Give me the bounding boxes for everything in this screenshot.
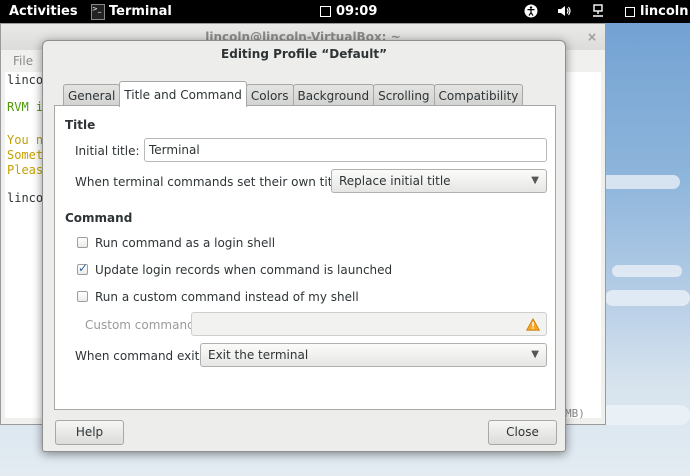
- tab-scrolling[interactable]: Scrolling: [373, 84, 435, 106]
- tab-panel: Title Initial title: Terminal When termi…: [54, 105, 556, 410]
- terminal-line: You n: [7, 133, 44, 147]
- help-button[interactable]: Help: [55, 420, 124, 445]
- terminal-line: linco: [7, 73, 44, 87]
- dynamic-title-dropdown[interactable]: Replace initial title ▼: [331, 169, 547, 193]
- activities-button[interactable]: Activities: [9, 0, 78, 23]
- menu-file[interactable]: File: [13, 54, 33, 68]
- custom-command-toggle-label[interactable]: Run a custom command instead of my shell: [95, 290, 359, 304]
- command-section-heading: Command: [65, 211, 133, 225]
- checkmark-icon: ✓: [78, 261, 89, 275]
- terminal-line: linco: [7, 191, 44, 205]
- title-section-heading: Title: [65, 118, 96, 132]
- desktop-cloud: [600, 175, 680, 189]
- desktop-cloud: [605, 290, 690, 306]
- terminal-line: Pleas: [7, 163, 44, 177]
- initial-title-input[interactable]: Terminal: [144, 138, 547, 162]
- user-name: lincoln: [640, 4, 689, 19]
- app-menu[interactable]: >_ Terminal: [91, 0, 172, 23]
- login-shell-checkbox[interactable]: [77, 237, 88, 248]
- exit-action-dropdown[interactable]: Exit the terminal ▼: [200, 343, 547, 367]
- tab-compatibility[interactable]: Compatibility: [433, 84, 524, 106]
- desktop-cloud: [612, 265, 682, 277]
- user-menu[interactable]: lincoln: [625, 0, 689, 23]
- terminal-line: RVM i: [7, 100, 44, 114]
- tab-bar: General Title and Command Colors Backgro…: [63, 81, 524, 107]
- chevron-down-icon: ▼: [531, 175, 539, 186]
- close-icon[interactable]: ×: [587, 24, 597, 50]
- exit-action-label: When command exits:: [75, 349, 210, 363]
- dynamic-title-label: When terminal commands set their own tit…: [75, 175, 354, 189]
- tab-colors[interactable]: Colors: [245, 84, 294, 106]
- volume-icon[interactable]: [557, 0, 571, 23]
- update-records-label[interactable]: Update login records when command is lau…: [95, 263, 392, 277]
- initial-title-label: Initial title:: [75, 144, 140, 158]
- dialog-title: Editing Profile “Default”: [221, 47, 387, 61]
- tab-title-and-command[interactable]: Title and Command: [119, 81, 247, 107]
- custom-command-input[interactable]: [191, 312, 547, 336]
- custom-command-label: Custom command:: [85, 318, 199, 332]
- terminal-icon: >_: [91, 3, 105, 20]
- update-records-checkbox[interactable]: ✓: [77, 261, 89, 275]
- close-button[interactable]: Close: [488, 420, 557, 445]
- warning-icon: [525, 316, 541, 338]
- tab-background[interactable]: Background: [292, 84, 375, 106]
- chevron-down-icon: ▼: [531, 349, 539, 360]
- app-menu-label: Terminal: [109, 4, 172, 19]
- dynamic-title-value: Replace initial title: [339, 174, 451, 188]
- profile-dialog: Editing Profile “Default” General Title …: [42, 40, 566, 452]
- clock[interactable]: 09:09: [320, 0, 377, 23]
- network-icon[interactable]: [592, 0, 604, 23]
- login-shell-label[interactable]: Run command as a login shell: [95, 236, 275, 250]
- user-status-icon: [625, 6, 635, 17]
- exit-action-value: Exit the terminal: [208, 348, 309, 362]
- terminal-size-fragment: MB): [565, 407, 585, 420]
- terminal-line: Somet: [7, 148, 44, 162]
- tab-general[interactable]: General: [63, 84, 121, 106]
- top-bar: Activities >_ Terminal 09:09 lincoln: [0, 0, 690, 23]
- custom-command-checkbox[interactable]: [77, 291, 88, 302]
- clock-time: 09:09: [336, 4, 378, 19]
- accessibility-icon[interactable]: [524, 0, 538, 23]
- calendar-icon: [320, 6, 331, 17]
